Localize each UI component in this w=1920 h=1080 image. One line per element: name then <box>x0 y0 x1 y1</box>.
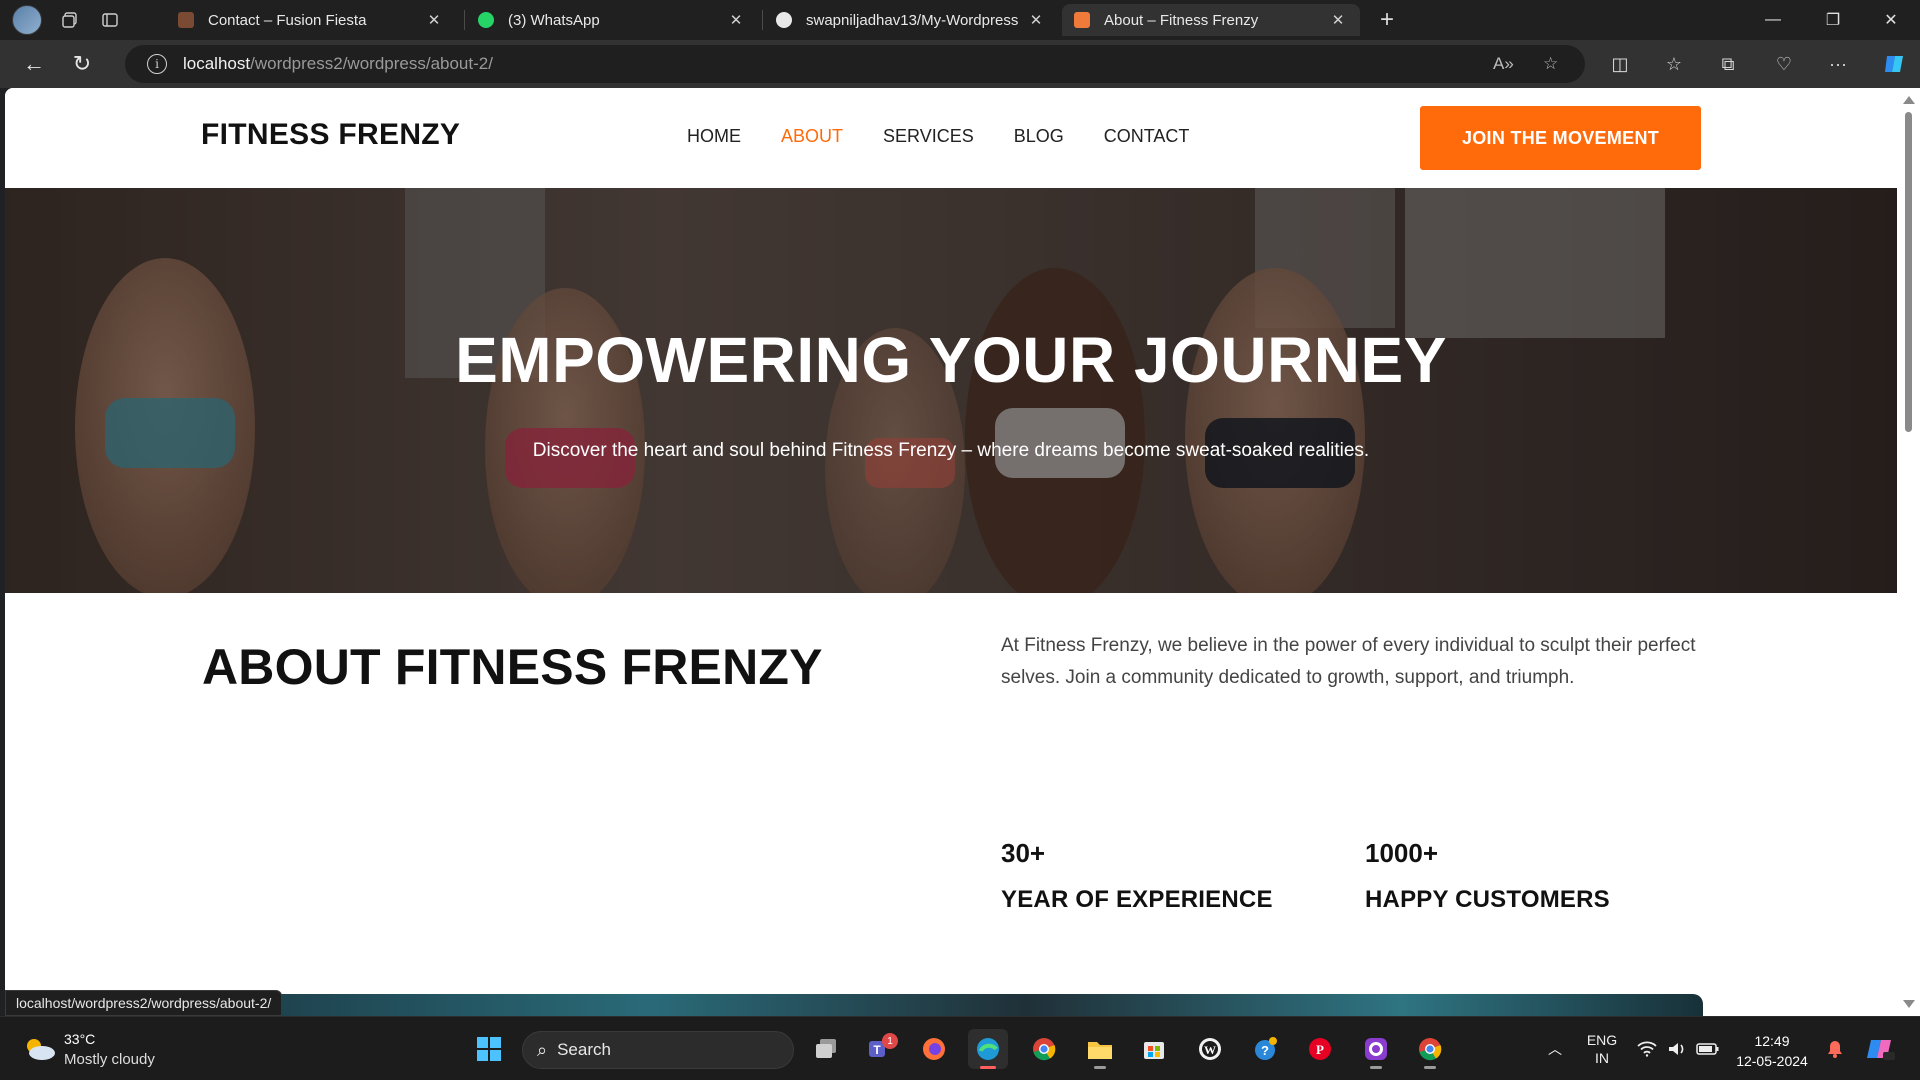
split-screen-icon[interactable]: ◫ <box>1604 48 1636 80</box>
scroll-down-arrow-icon[interactable] <box>1903 1000 1915 1008</box>
wordpress-local-favicon-icon <box>1074 12 1090 28</box>
workspaces-icon[interactable] <box>50 0 90 40</box>
nav-about[interactable]: ABOUT <box>781 126 843 147</box>
pinterest-icon[interactable]: P <box>1300 1029 1340 1069</box>
close-icon[interactable]: ✕ <box>424 11 444 29</box>
wordpress-local-favicon-icon <box>178 12 194 28</box>
close-icon[interactable]: ✕ <box>726 11 746 29</box>
file-explorer-icon[interactable] <box>1080 1029 1120 1069</box>
page-scrollbar[interactable] <box>1897 88 1920 1016</box>
stat-experience-value: 30+ <box>1001 838 1046 868</box>
tab-divider <box>762 10 763 30</box>
stat-customers-label: HAPPY CUSTOMERS <box>1365 886 1610 913</box>
link-status-tooltip: localhost/wordpress2/wordpress/about-2/ <box>5 990 283 1016</box>
restore-button[interactable]: ❐ <box>1804 0 1862 40</box>
minimize-button[interactable]: — <box>1744 0 1802 40</box>
favorites-icon[interactable]: ☆ <box>1658 48 1690 80</box>
refresh-button[interactable]: ↻ <box>58 44 106 84</box>
notification-badge: 1 <box>882 1033 898 1049</box>
whatsapp-icon <box>478 12 494 28</box>
join-movement-button[interactable]: JOIN THE MOVEMENT <box>1420 106 1701 170</box>
notification-bell-icon[interactable] <box>1822 1017 1848 1080</box>
close-icon[interactable]: ✕ <box>1328 11 1348 29</box>
favorite-star-icon[interactable]: ☆ <box>1543 54 1558 74</box>
nav-contact[interactable]: CONTACT <box>1104 126 1190 147</box>
site-header: FITNESS FRENZY HOME ABOUT SERVICES BLOG … <box>5 88 1897 188</box>
close-window-button[interactable]: ✕ <box>1862 0 1920 40</box>
search-icon: ⌕ <box>537 1039 548 1060</box>
browser-essentials-icon[interactable]: ♡ <box>1768 48 1800 80</box>
volume-icon[interactable] <box>1664 1017 1690 1080</box>
collections-icon[interactable]: ⧉ <box>1712 48 1744 80</box>
input-language[interactable]: ENG IN <box>1582 1017 1622 1080</box>
task-view-icon[interactable] <box>806 1029 846 1069</box>
url-field[interactable]: i localhost/wordpress2/wordpress/about-2… <box>125 45 1585 83</box>
firefox-icon[interactable] <box>914 1029 954 1069</box>
stat-experience-label: YEAR OF EXPERIENCE <box>1001 886 1273 913</box>
copilot-taskbar-icon[interactable] <box>1860 1017 1900 1080</box>
about-heading: ABOUT FITNESS FRENZY <box>202 639 823 695</box>
microsoft-store-icon[interactable] <box>1134 1029 1174 1069</box>
nav-services[interactable]: SERVICES <box>883 126 974 147</box>
scroll-up-arrow-icon[interactable] <box>1903 96 1915 104</box>
url-text: localhost/wordpress2/wordpress/about-2/ <box>183 54 493 73</box>
tab-actions-icon[interactable] <box>90 0 130 40</box>
about-description: At Fitness Frenzy, we believe in the pow… <box>1001 635 1696 688</box>
svg-text:P: P <box>1316 1042 1324 1057</box>
page-viewport: FITNESS FRENZY HOME ABOUT SERVICES BLOG … <box>5 88 1897 1016</box>
read-aloud-icon[interactable]: A» <box>1493 54 1514 74</box>
running-indicator <box>1094 1066 1106 1069</box>
running-indicator <box>1370 1066 1382 1069</box>
close-icon[interactable]: ✕ <box>1026 11 1046 29</box>
teams-icon[interactable]: T 1 <box>860 1029 900 1069</box>
weather-description[interactable]: Mostly cloudy <box>64 1051 155 1068</box>
back-button[interactable]: ← <box>10 44 58 84</box>
weather-temperature[interactable]: 33°C <box>64 1031 95 1047</box>
show-hidden-icons-chevron-icon[interactable]: ︿ <box>1540 1017 1570 1080</box>
chrome-profile-icon[interactable] <box>1410 1029 1450 1069</box>
weather-cloudy-icon[interactable] <box>22 1037 56 1061</box>
tab-about-fitness-frenzy[interactable]: About – Fitness Frenzy ✕ <box>1062 4 1360 36</box>
main-nav: HOME ABOUT SERVICES BLOG CONTACT <box>687 126 1229 147</box>
wordpress-studio-icon[interactable]: W <box>1190 1029 1230 1069</box>
hero-subtitle: Discover the heart and soul behind Fitne… <box>532 440 1370 461</box>
site-info-icon[interactable]: i <box>147 54 167 74</box>
svg-text:T: T <box>873 1043 881 1057</box>
edge-icon[interactable] <box>968 1029 1008 1069</box>
nav-blog[interactable]: BLOG <box>1014 126 1064 147</box>
windows-taskbar: 33°C Mostly cloudy ⌕ Search T 1 W ? P ︿ … <box>0 1016 1920 1080</box>
hero-title: EMPOWERING YOUR JOURNEY <box>455 324 1447 396</box>
wifi-icon[interactable] <box>1634 1017 1660 1080</box>
tab-github-repo[interactable]: swapniljadhav13/My-Wordpress ✕ <box>764 4 1058 36</box>
active-indicator <box>980 1066 996 1069</box>
hero-banner: EMPOWERING YOUR JOURNEY Discover the hea… <box>5 188 1897 593</box>
tab-divider <box>464 10 465 30</box>
next-section-image <box>201 994 1703 1016</box>
tab-contact-fusion-fiesta[interactable]: Contact – Fusion Fiesta ✕ <box>166 4 456 36</box>
github-icon <box>776 12 792 28</box>
site-logo[interactable]: FITNESS FRENZY <box>201 118 460 152</box>
profile-avatar[interactable] <box>12 5 42 35</box>
system-clock[interactable]: 12:49 12-05-2024 <box>1732 1031 1812 1071</box>
tab-whatsapp[interactable]: (3) WhatsApp ✕ <box>466 4 758 36</box>
taskbar-search[interactable]: ⌕ Search <box>522 1031 794 1069</box>
battery-icon[interactable] <box>1694 1017 1722 1080</box>
help-icon[interactable]: ? <box>1246 1029 1286 1069</box>
more-menu-icon[interactable]: ··· <box>1822 48 1854 80</box>
stat-customers-value: 1000+ <box>1365 838 1439 868</box>
new-tab-button[interactable]: + <box>1370 0 1404 40</box>
nav-home[interactable]: HOME <box>687 126 741 147</box>
svg-text:W: W <box>1204 1043 1216 1057</box>
copilot-icon[interactable] <box>1878 48 1910 80</box>
chrome-icon[interactable] <box>1024 1029 1064 1069</box>
svg-text:?: ? <box>1261 1043 1269 1058</box>
running-indicator <box>1424 1066 1436 1069</box>
github-desktop-icon[interactable] <box>1356 1029 1396 1069</box>
start-button[interactable] <box>469 1029 509 1069</box>
scrollbar-thumb[interactable] <box>1905 112 1912 432</box>
